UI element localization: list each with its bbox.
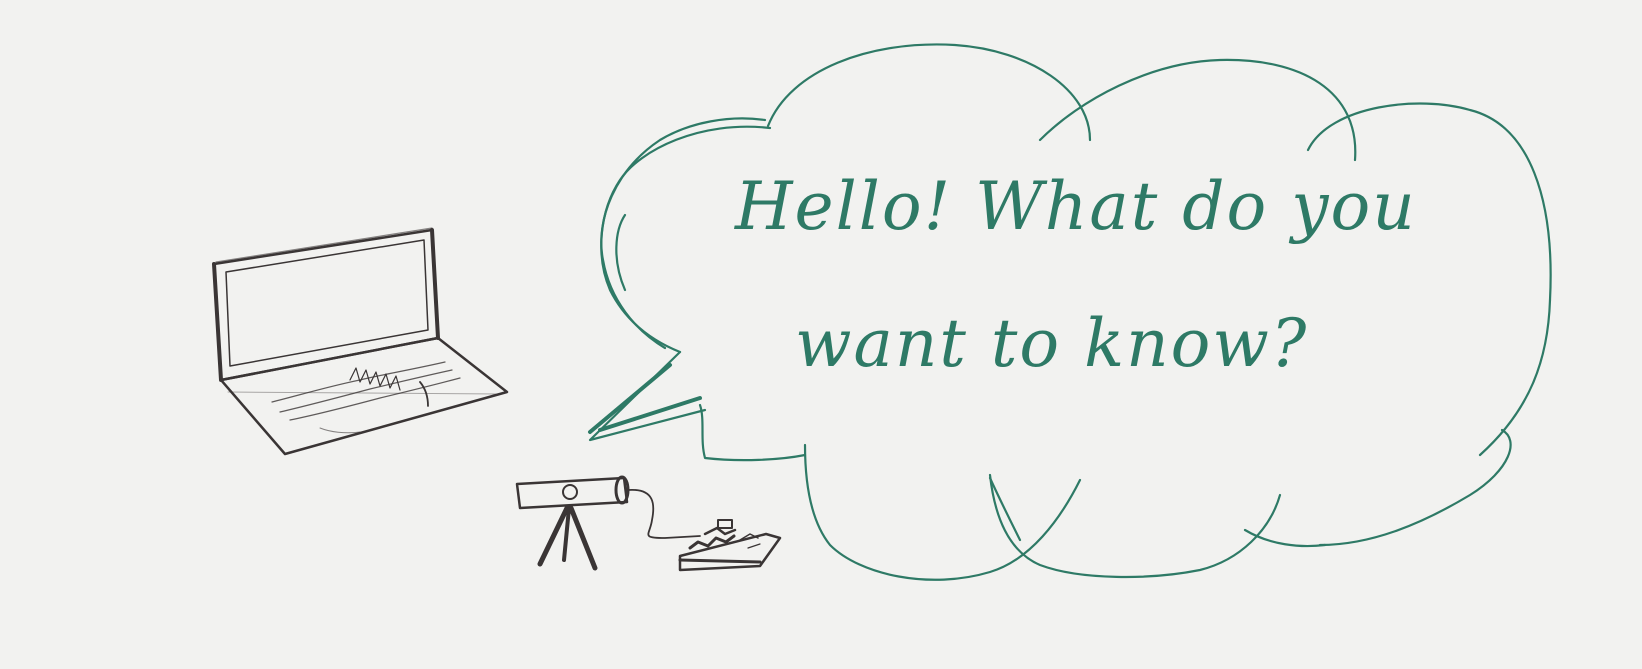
telescope-icon xyxy=(515,475,701,571)
speech-bubble-line1: Hello! What do you xyxy=(735,168,1417,245)
circuit-board-icon xyxy=(678,519,782,572)
laptop-icon xyxy=(212,227,509,456)
drawing-canvas: Hello! What do you want to know? xyxy=(0,0,1642,669)
speech-bubble-line2: want to know? xyxy=(795,305,1309,382)
